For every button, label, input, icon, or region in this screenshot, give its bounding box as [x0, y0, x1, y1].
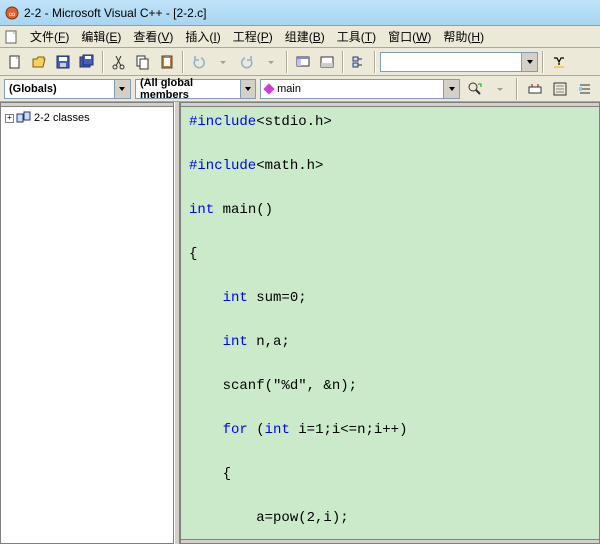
action1-button[interactable] — [524, 78, 545, 100]
save-all-button[interactable] — [76, 51, 98, 73]
scope-value: (Globals) — [9, 83, 57, 95]
code-editor[interactable]: #include<stdio.h> #include<math.h> int m… — [181, 107, 599, 539]
class-tree[interactable]: + 2-2 classes — [1, 107, 173, 543]
editor-wrap: #include<stdio.h> #include<math.h> int m… — [180, 102, 600, 544]
separator — [102, 51, 104, 73]
main-area: + 2-2 classes #include<stdio.h> #include… — [0, 102, 600, 544]
undo-dropdown[interactable] — [212, 51, 234, 73]
tree-root-label: 2-2 classes — [34, 112, 90, 124]
wiz-dropdown[interactable] — [489, 78, 510, 100]
workspace-button[interactable] — [292, 51, 314, 73]
search-combo[interactable] — [380, 52, 538, 72]
tree-root-item[interactable]: + 2-2 classes — [5, 111, 169, 125]
new-button[interactable] — [4, 51, 26, 73]
scope-combo[interactable]: (Globals) — [4, 79, 131, 99]
separator — [374, 51, 376, 73]
menu-v[interactable]: 查看(V) — [127, 28, 179, 46]
titlebar: ∞ 2-2 - Microsoft Visual C++ - [2-2.c] — [0, 0, 600, 26]
cut-button[interactable] — [108, 51, 130, 73]
separator — [286, 51, 288, 73]
app-icon: ∞ — [4, 5, 20, 21]
find-button[interactable] — [548, 51, 570, 73]
class-list-button[interactable] — [348, 51, 370, 73]
action2-button[interactable] — [550, 78, 571, 100]
menu-f[interactable]: 文件(F) — [24, 28, 75, 46]
copy-button[interactable] — [132, 51, 154, 73]
diamond-icon — [263, 83, 274, 94]
save-button[interactable] — [52, 51, 74, 73]
h-scroll-area[interactable] — [181, 539, 599, 543]
menubar: 文件(F)编辑(E)查看(V)插入(I)工程(P)组建(B)工具(T)窗口(W)… — [0, 26, 600, 48]
chevron-down-icon[interactable] — [114, 80, 130, 98]
members-value: (All global members — [140, 77, 240, 101]
function-value: main — [277, 83, 301, 95]
chevron-down-icon[interactable] — [443, 80, 459, 98]
expand-icon[interactable]: + — [5, 114, 14, 123]
menu-w[interactable]: 窗口(W) — [382, 28, 437, 46]
menu-b[interactable]: 组建(B) — [279, 28, 331, 46]
main-toolbar — [0, 48, 600, 76]
open-button[interactable] — [28, 51, 50, 73]
separator — [182, 51, 184, 73]
separator — [516, 78, 518, 100]
output-button[interactable] — [316, 51, 338, 73]
chevron-down-icon[interactable] — [240, 80, 255, 98]
menu-p[interactable]: 工程(P) — [227, 28, 279, 46]
svg-text:∞: ∞ — [9, 9, 15, 19]
doc-icon — [4, 30, 18, 44]
redo-button[interactable] — [236, 51, 258, 73]
wizbar: (Globals) (All global members main — [0, 76, 600, 102]
paste-button[interactable] — [156, 51, 178, 73]
menu-t[interactable]: 工具(T) — [331, 28, 382, 46]
chevron-down-icon[interactable] — [521, 53, 537, 71]
separator — [542, 51, 544, 73]
window-title: 2-2 - Microsoft Visual C++ - [2-2.c] — [24, 6, 207, 20]
menu-h[interactable]: 帮助(H) — [437, 28, 490, 46]
menu-e[interactable]: 编辑(E) — [75, 28, 127, 46]
separator — [342, 51, 344, 73]
classes-icon — [16, 111, 32, 125]
members-combo[interactable]: (All global members — [135, 79, 256, 99]
class-view-panel: + 2-2 classes — [0, 102, 174, 544]
goto-button[interactable] — [464, 78, 485, 100]
function-combo[interactable]: main — [260, 79, 460, 99]
menu-i[interactable]: 插入(I) — [179, 28, 226, 46]
redo-dropdown[interactable] — [260, 51, 282, 73]
action3-button[interactable] — [575, 78, 596, 100]
undo-button[interactable] — [188, 51, 210, 73]
